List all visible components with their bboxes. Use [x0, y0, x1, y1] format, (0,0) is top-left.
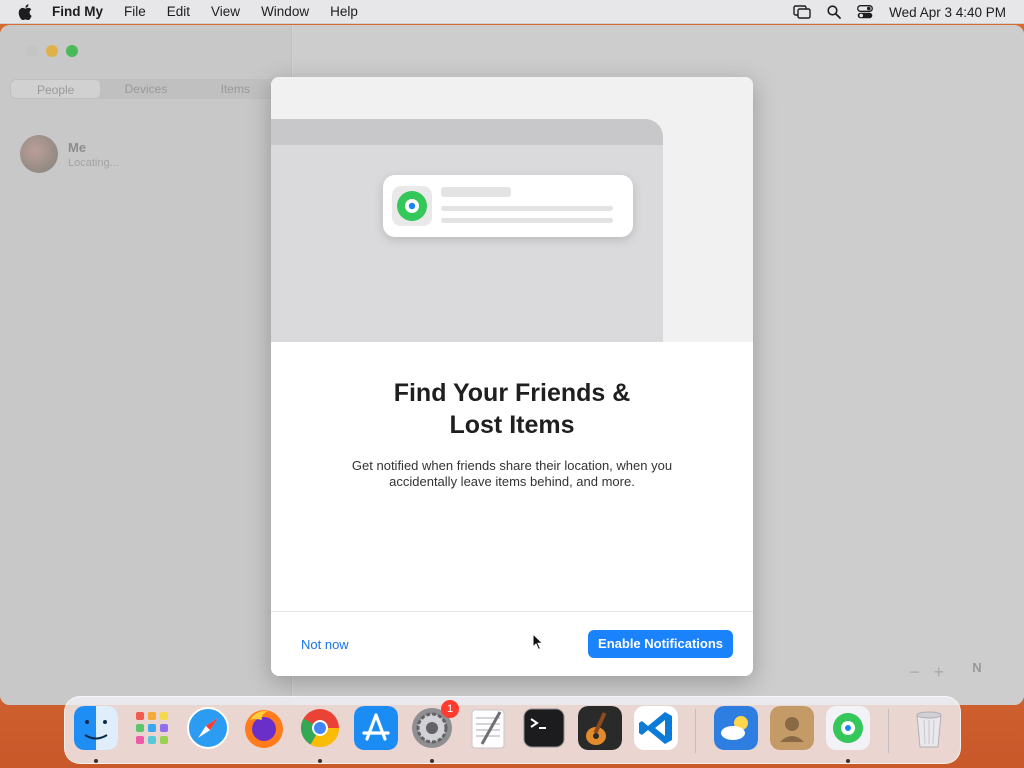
dock-running-indicator: [318, 759, 322, 763]
dock-vscode-icon[interactable]: [634, 706, 678, 750]
dock-safari-icon[interactable]: [186, 706, 230, 750]
dock-textedit-icon[interactable]: [466, 706, 510, 750]
dock-contacts-icon[interactable]: [770, 706, 814, 750]
menu-window[interactable]: Window: [261, 4, 309, 19]
menu-bar: Find My File Edit View Window Help Wed A…: [0, 0, 1024, 24]
illustration-notification-card: [383, 175, 633, 237]
dock-findmy-icon[interactable]: [826, 706, 870, 750]
dock: 1: [64, 696, 961, 764]
menu-app-name[interactable]: Find My: [52, 4, 103, 19]
menu-file[interactable]: File: [124, 4, 146, 19]
dock-running-indicator: [430, 759, 434, 763]
not-now-button[interactable]: Not now: [301, 637, 349, 652]
dialog-title: Find Your Friends & Lost Items: [271, 377, 753, 441]
dock-separator: [695, 709, 696, 753]
screen-mirroring-icon[interactable]: [793, 5, 811, 19]
dock-launchpad-icon[interactable]: [130, 706, 174, 750]
dock-terminal-icon[interactable]: [522, 706, 566, 750]
dialog-title-line-2: Lost Items: [449, 411, 575, 439]
dialog-description-line-1: Get notified when friends share their lo…: [351, 458, 673, 473]
apple-icon[interactable]: [18, 3, 38, 20]
dock-weather-icon[interactable]: [714, 706, 758, 750]
enable-notifications-button[interactable]: Enable Notifications: [588, 630, 733, 658]
dialog-description-line-2: accidentally leave items behind, and mor…: [389, 474, 635, 489]
dock-running-indicator: [846, 759, 850, 763]
dialog-title-line-1: Find Your Friends &: [393, 379, 631, 407]
dialog-footer: Not now Enable Notifications: [271, 611, 753, 676]
spotlight-search-icon[interactable]: [827, 5, 842, 19]
dock-trash-icon[interactable]: [907, 706, 951, 750]
menu-help[interactable]: Help: [330, 4, 358, 19]
mouse-cursor-icon: [532, 632, 544, 656]
findmy-app-icon: [392, 186, 432, 226]
notification-badge: 1: [441, 700, 459, 718]
dock-chrome-icon[interactable]: [298, 706, 342, 750]
dock-garageband-icon[interactable]: [578, 706, 622, 750]
hero-illustration: [271, 77, 753, 342]
menu-view[interactable]: View: [211, 4, 240, 19]
dock-finder-icon[interactable]: [74, 706, 118, 750]
dock-app-store-icon[interactable]: [354, 706, 398, 750]
dock-firefox-icon[interactable]: [242, 706, 286, 750]
menu-edit[interactable]: Edit: [167, 4, 190, 19]
notifications-dialog: Find Your Friends & Lost Items Get notif…: [271, 77, 753, 676]
control-center-icon[interactable]: [857, 5, 874, 19]
menubar-clock[interactable]: Wed Apr 3 4:40 PM: [889, 5, 1006, 20]
dialog-description: Get notified when friends share their lo…: [331, 458, 693, 490]
dock-running-indicator: [94, 759, 98, 763]
dock-separator: [888, 709, 889, 753]
